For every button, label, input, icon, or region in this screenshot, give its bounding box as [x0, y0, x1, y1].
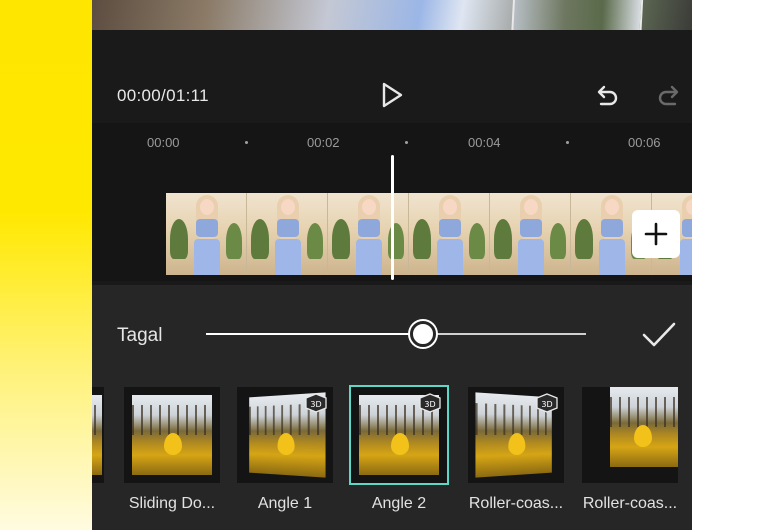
svg-text:3D: 3D	[541, 400, 552, 409]
playhead[interactable]	[391, 155, 394, 280]
undo-icon[interactable]	[592, 82, 620, 110]
duration-label: Tagal	[117, 325, 163, 346]
ruler-dot	[405, 141, 408, 144]
ruler-tick: 00:04	[468, 135, 501, 150]
svg-text:3D: 3D	[310, 400, 321, 409]
background-yellow-strip	[0, 0, 92, 530]
clip-frame	[166, 193, 247, 275]
effect-label: Angle 2	[371, 495, 427, 512]
duration-slider[interactable]	[206, 333, 586, 335]
play-icon[interactable]	[379, 81, 405, 109]
background-right-margin	[692, 0, 782, 530]
effect-item[interactable]: Roller-coas...	[582, 387, 678, 513]
video-editor-screen: 00:00/01:11 00:00 00:02 00:04 00:06 Taga…	[92, 0, 692, 530]
clip-frame	[247, 193, 328, 275]
ruler-dot	[566, 141, 569, 144]
effect-item-selected[interactable]: 3D Angle 2	[349, 385, 449, 513]
ruler-tick: 00:06	[628, 135, 661, 150]
effect-thumbnail-partial[interactable]	[92, 387, 104, 483]
plus-icon	[644, 222, 668, 246]
svg-text:3D: 3D	[424, 400, 435, 409]
ruler-tick: 00:00	[147, 135, 180, 150]
video-clip[interactable]	[166, 193, 692, 275]
player-controls: 00:00/01:11	[92, 60, 692, 122]
slider-fill	[206, 333, 424, 335]
ruler-tick: 00:02	[307, 135, 340, 150]
ruler-dot	[245, 141, 248, 144]
effect-thumbnail: 3D	[349, 385, 449, 485]
animation-panel: Tagal Sliding Do... 3D Angle 1 3D Angle …	[92, 285, 692, 530]
effect-label: Angle 1	[257, 495, 313, 512]
effect-thumbnail: 3D	[237, 387, 333, 483]
effect-label: Sliding Do...	[128, 495, 216, 512]
preview-overlay-photo	[510, 0, 644, 30]
check-icon[interactable]	[641, 321, 677, 349]
clip-frame	[490, 193, 571, 275]
time-display: 00:00/01:11	[117, 86, 209, 105]
effect-thumbnail: 3D	[468, 387, 564, 483]
effect-label: Roller-coas...	[468, 495, 564, 512]
clip-frame	[328, 193, 409, 275]
3d-cube-icon: 3D	[419, 393, 441, 413]
slider-knob[interactable]	[410, 321, 436, 347]
3d-cube-icon: 3D	[536, 393, 558, 413]
effects-list[interactable]: Sliding Do... 3D Angle 1 3D Angle 2 3D R…	[92, 385, 692, 530]
add-clip-button[interactable]	[632, 210, 680, 258]
effect-item[interactable]: 3D Roller-coas...	[468, 387, 564, 513]
effect-thumbnail	[582, 387, 678, 483]
effect-item[interactable]: 3D Angle 1	[237, 387, 333, 513]
effect-thumbnail	[124, 387, 220, 483]
effect-label: Roller-coas...	[582, 495, 678, 512]
3d-cube-icon: 3D	[305, 393, 327, 413]
video-preview[interactable]	[92, 0, 692, 30]
redo-icon[interactable]	[656, 82, 684, 110]
effect-item[interactable]: Sliding Do...	[124, 387, 220, 513]
clip-frame	[409, 193, 490, 275]
